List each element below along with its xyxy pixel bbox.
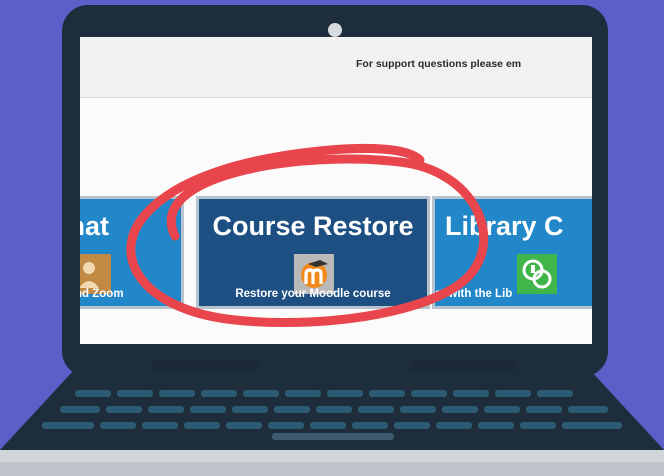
tile-title: Course Restore [212, 211, 414, 241]
tile-caption: Restore your Moodle course [235, 288, 391, 300]
tile-title: Library C [445, 211, 564, 241]
keyboard-base [0, 370, 664, 476]
tile-caption: at with the Lib [435, 288, 513, 300]
webcam-icon [328, 23, 342, 37]
tile-course-restore[interactable]: Course Restore Restore your Moodle cours… [196, 196, 430, 309]
tile-chat[interactable]: Chat nd Zoom [80, 196, 184, 309]
tile-row: Chat nd Zoom Course Restore Restore your… [80, 37, 592, 344]
tile-library-chat[interactable]: Library C at with the Lib [432, 196, 592, 309]
tile-title: Chat [80, 211, 109, 241]
tile-caption: nd Zoom [80, 288, 124, 300]
